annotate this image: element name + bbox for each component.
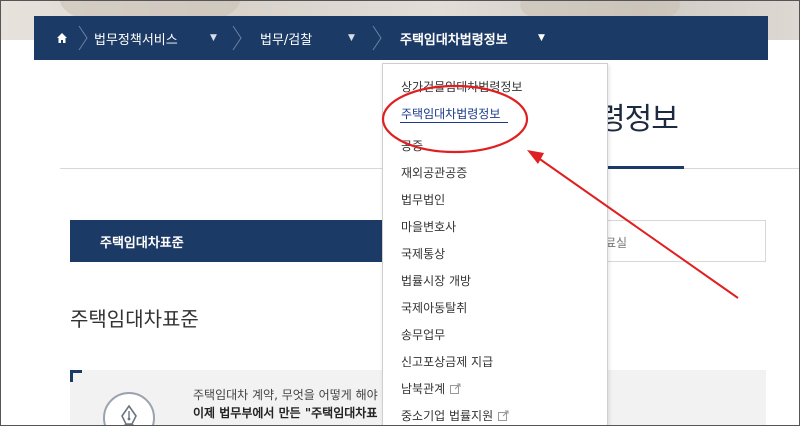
tab-housing-lease-standard[interactable]: 주택임대차표준: [70, 220, 400, 262]
menu-item-law-firm[interactable]: 법무법인: [401, 191, 445, 208]
menu-item-housing-lease[interactable]: 주택임대차법령정보: [401, 105, 500, 122]
menu-item-inter-korean[interactable]: 남북관계: [401, 380, 461, 397]
corner-mark: [70, 370, 82, 382]
tab-materials[interactable]: 료실: [605, 234, 627, 251]
home-icon: [57, 33, 67, 43]
menu-item-sme-legal-support[interactable]: 중소기업 법률지원: [401, 407, 509, 424]
menu-item-label: 송무업무: [401, 328, 446, 342]
menu-item-label: 상가건물임대차법령정보: [401, 80, 523, 94]
nav-item-label: 법무정책서비스: [94, 32, 178, 48]
home-button[interactable]: [44, 16, 80, 60]
menu-item-label: 법률시장 개방: [401, 274, 472, 288]
tab-label: 주택임대차표준: [100, 235, 184, 251]
menu-item-label: 공증: [401, 139, 424, 153]
caret-down-icon[interactable]: ▼: [348, 16, 355, 60]
menu-item-litigation[interactable]: 송무업무: [401, 326, 445, 343]
menu-item-label: 국제통상: [401, 247, 446, 261]
section-title: 주택임대차표준: [70, 307, 199, 331]
nav-item-legal-prosecution[interactable]: 법무/검찰: [260, 16, 312, 60]
menu-item-label: 남북관계: [401, 382, 446, 396]
active-item-underline: [400, 122, 508, 123]
nav-item-housing-lease[interactable]: 주택임대차법령정보: [400, 16, 508, 60]
menu-item-label: 마을변호사: [401, 220, 457, 234]
menu-item-label: 신고포상금제 지급: [401, 355, 494, 369]
menu-item-legal-market-opening[interactable]: 법률시장 개방: [401, 272, 471, 289]
info-text-line-1: 주택임대차 계약, 무엇을 어떻게 해야: [193, 388, 378, 402]
menu-item-label: 법무법인: [401, 193, 446, 207]
chevron-right-icon: [232, 16, 242, 60]
menu-item-label: 재외공관공증: [401, 166, 468, 180]
chevron-right-icon: [372, 16, 382, 60]
menu-item-reward-payment[interactable]: 신고포상금제 지급: [401, 353, 493, 370]
nav-item-label: 주택임대차법령정보: [400, 32, 508, 48]
page-title: 령정보: [598, 102, 679, 137]
menu-item-overseas-notary[interactable]: 재외공관공증: [401, 164, 467, 181]
menu-item-notary[interactable]: 공증: [401, 137, 423, 154]
external-link-icon: [498, 410, 509, 421]
menu-item-child-abduction[interactable]: 국제아동탈취: [401, 299, 467, 316]
menu-item-label: 국제아동탈취: [401, 301, 468, 315]
menu-item-commercial-lease[interactable]: 상가건물임대차법령정보: [401, 78, 522, 95]
menu-item-village-lawyer[interactable]: 마을변호사: [401, 218, 456, 235]
caret-down-icon[interactable]: ▼: [210, 16, 217, 60]
menu-item-label: 주택임대차법령정보: [401, 107, 501, 121]
breadcrumb-nav: 법무정책서비스 ▼ 법무/검찰 ▼ 주택임대차법령정보 ▼: [34, 16, 768, 60]
nav-item-policy-services[interactable]: 법무정책서비스: [94, 16, 178, 60]
chevron-right-icon: [78, 16, 88, 60]
info-text-line-2: 이제 법무부에서 만든 "주택임대차표: [193, 406, 378, 420]
menu-item-international-trade[interactable]: 국제통상: [401, 245, 445, 262]
external-link-icon: [450, 383, 461, 394]
nav-dropdown-menu: 상가건물임대차법령정보 주택임대차법령정보 공증 재외공관공증 법무법인 마을변…: [382, 63, 608, 426]
caret-down-icon[interactable]: ▼: [538, 16, 545, 60]
nav-item-label: 법무/검찰: [260, 32, 313, 48]
menu-item-label: 중소기업 법률지원: [401, 409, 494, 423]
fountain-pen-icon: [121, 404, 137, 426]
